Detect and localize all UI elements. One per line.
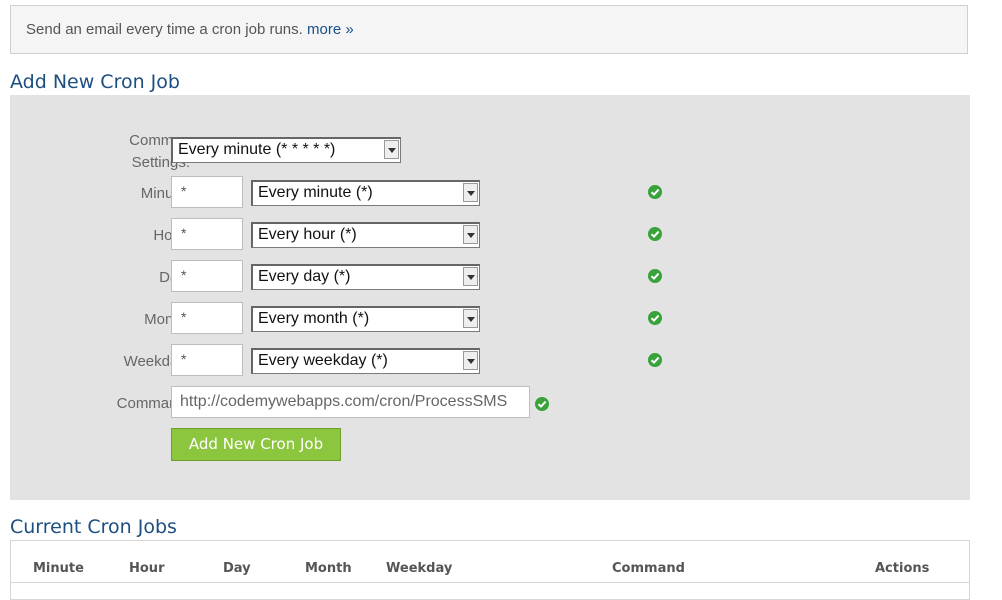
weekday-label: Weekday: <box>123 353 190 370</box>
add-cron-title: Add New Cron Job <box>10 71 180 93</box>
column-header-weekday: Weekday <box>386 561 453 576</box>
dropdown-arrow-icon[interactable] <box>463 351 478 370</box>
month-select[interactable]: Every month (*) <box>251 306 480 332</box>
hour-label: Hour: <box>50 227 190 244</box>
month-label: Month: <box>144 311 190 328</box>
weekday-input[interactable]: * <box>171 344 243 376</box>
notice-bar: Send an email every time a cron job runs… <box>10 5 968 54</box>
command-input[interactable]: http://codemywebapps.com/cron/ProcessSMS <box>171 386 530 418</box>
minute-input[interactable]: * <box>171 176 243 208</box>
column-header-day: Day <box>223 561 251 576</box>
check-circle-icon <box>648 353 662 367</box>
column-header-command: Command <box>612 561 685 576</box>
check-circle-icon <box>648 311 662 325</box>
check-circle-icon <box>648 269 662 283</box>
hour-select[interactable]: Every hour (*) <box>251 222 480 248</box>
day-input[interactable]: * <box>171 260 243 292</box>
dropdown-arrow-icon[interactable] <box>463 267 478 286</box>
check-circle-icon <box>648 185 662 199</box>
dropdown-arrow-icon[interactable] <box>384 140 399 159</box>
weekday-select[interactable]: Every weekday (*) <box>251 348 480 374</box>
add-cron-job-button[interactable]: Add New Cron Job <box>171 428 341 461</box>
dropdown-arrow-icon[interactable] <box>463 225 478 244</box>
more-link[interactable]: more » <box>307 21 354 38</box>
common-settings-label: Common Settings: <box>129 132 190 171</box>
month-select-value: Every month (*) <box>258 310 370 327</box>
weekday-select-value: Every weekday (*) <box>258 352 388 369</box>
notice-text: Send an email every time a cron job runs… <box>26 21 303 38</box>
current-cron-title: Current Cron Jobs <box>10 516 177 538</box>
column-header-minute: Minute <box>33 561 84 576</box>
check-circle-icon <box>648 227 662 241</box>
dropdown-arrow-icon[interactable] <box>463 183 478 202</box>
column-header-actions: Actions <box>875 561 930 576</box>
column-header-hour: Hour <box>129 561 165 576</box>
minute-select-value: Every minute (*) <box>258 184 373 201</box>
common-settings-select[interactable]: Every minute (* * * * *) <box>171 137 401 163</box>
day-select[interactable]: Every day (*) <box>251 264 480 290</box>
day-select-value: Every day (*) <box>258 268 351 285</box>
column-header-month: Month <box>305 561 352 576</box>
month-input[interactable]: * <box>171 302 243 334</box>
minute-select[interactable]: Every minute (*) <box>251 180 480 206</box>
check-circle-icon <box>535 397 549 411</box>
dropdown-arrow-icon[interactable] <box>463 309 478 328</box>
table-header-divider <box>11 582 969 583</box>
command-label: Command: <box>116 395 190 412</box>
hour-input[interactable]: * <box>171 218 243 250</box>
day-label: Day: <box>50 269 190 286</box>
minute-label: Minute: <box>140 185 190 202</box>
hour-select-value: Every hour (*) <box>258 226 357 243</box>
common-settings-value: Every minute (* * * * *) <box>178 141 336 158</box>
